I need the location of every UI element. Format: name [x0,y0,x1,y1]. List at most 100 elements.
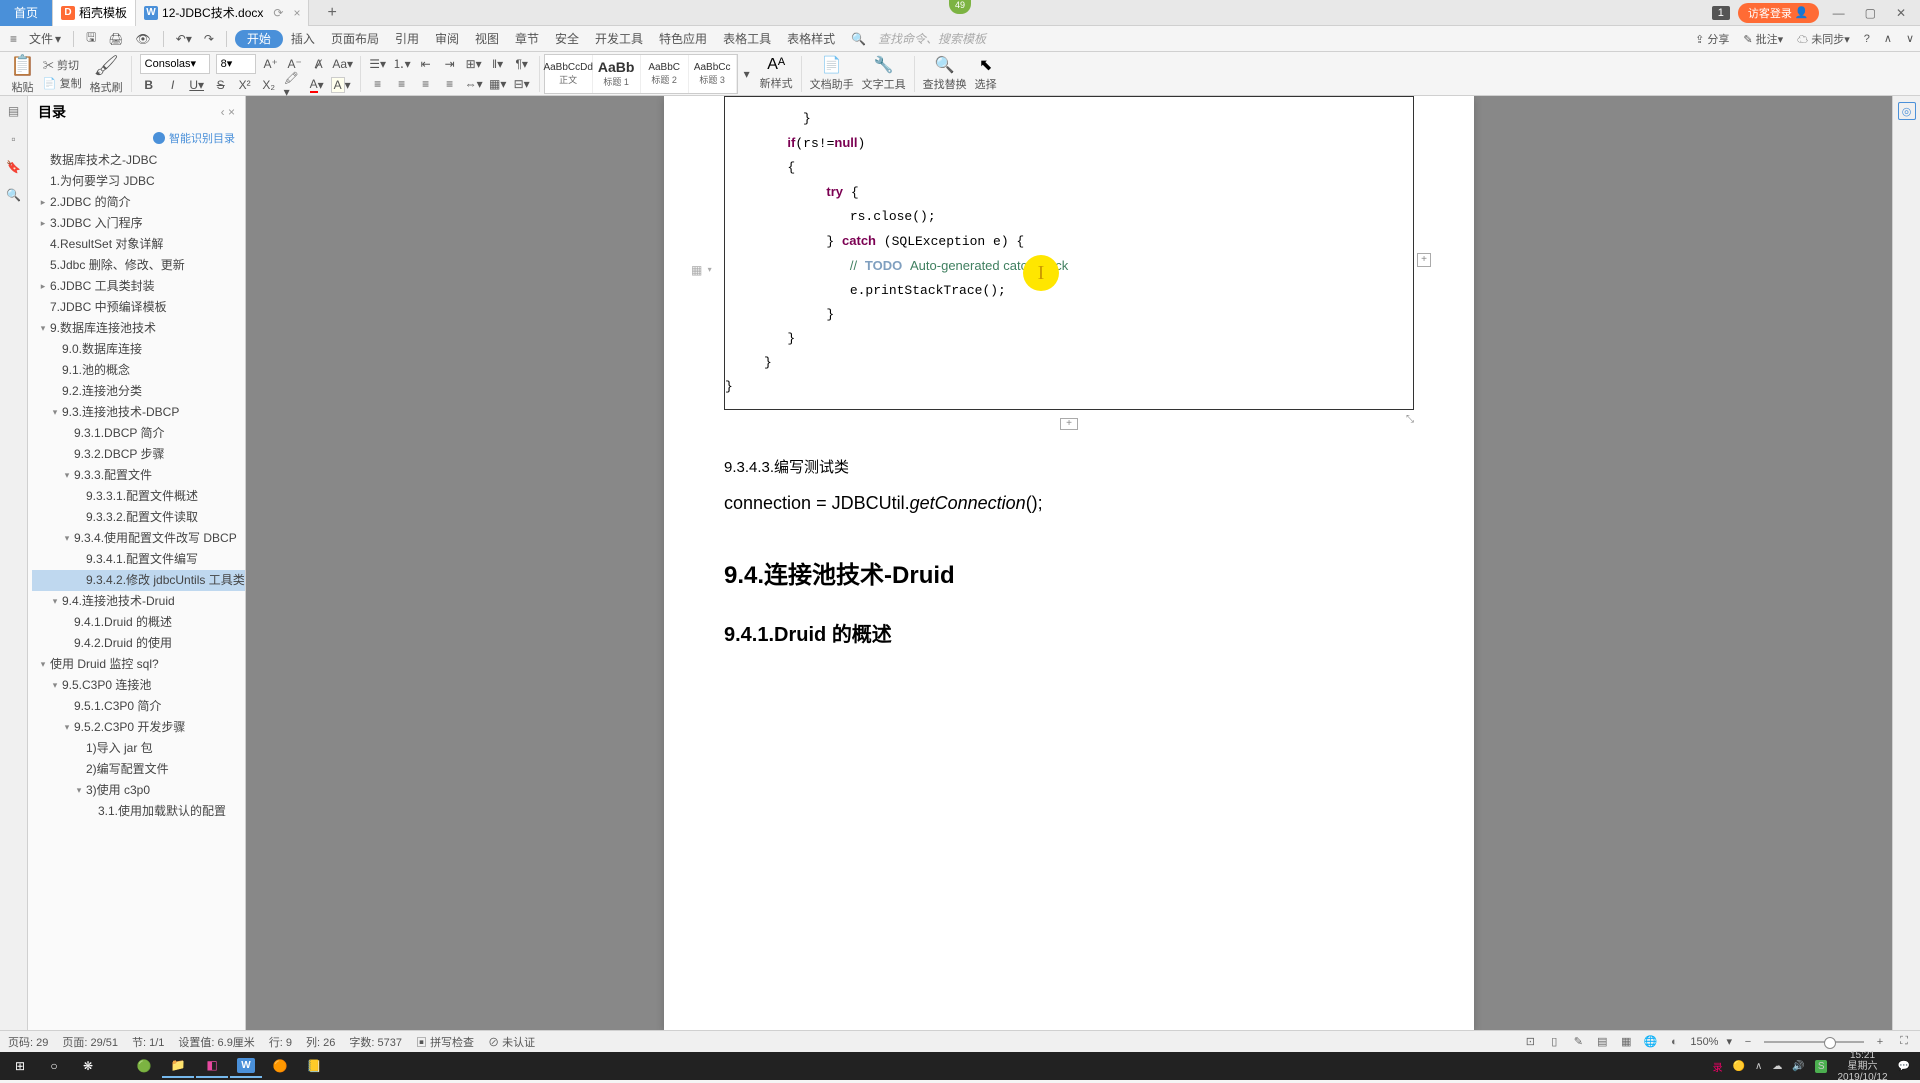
border-icon[interactable]: ▦▾ [489,75,507,93]
toc-tree[interactable]: 数据库技术之-JDBC1.为何要学习 JDBC▸2.JDBC 的简介▸3.JDB… [28,150,245,1030]
close-icon[interactable]: ✕ [1890,6,1912,20]
bold-icon[interactable]: B [140,76,158,94]
tab-document[interactable]: W 12-JDBC技术.docx ⟳ × [136,0,309,26]
toc-item[interactable]: 9.2.连接池分类 [32,381,245,402]
undo-icon[interactable]: ↶▾ [172,30,196,48]
tab-home[interactable]: 首页 [0,0,53,26]
tray-expand-icon[interactable]: ∧ [1755,1061,1762,1072]
style-正文[interactable]: AaBbCcDd正文 [545,55,593,93]
texttool-button[interactable]: 🔧文字工具 [858,52,910,96]
toc-item[interactable]: ▾3)使用 c3p0 [32,780,245,801]
paste-group[interactable]: 📋 粘贴 [6,52,39,96]
toc-item[interactable]: ▾9.5.2.C3P0 开发步骤 [32,717,245,738]
align-center-icon[interactable]: ≡ [393,75,411,93]
bookmark-icon[interactable]: 🔖 [5,158,23,176]
highlight-icon[interactable]: 🖍▾ [284,76,302,94]
toc-item[interactable]: ▾9.3.4.使用配置文件改写 DBCP [32,528,245,549]
toc-item[interactable]: 1)导入 jar 包 [32,738,245,759]
resize-icon[interactable]: ⤡ [1406,414,1414,425]
collapse-ribbon-icon[interactable]: ∧ [1884,32,1892,45]
tray-cloud-icon[interactable]: ☁ [1772,1061,1782,1072]
menu-引用[interactable]: 引用 [387,30,427,48]
indent-icon[interactable]: ⇥ [441,55,459,73]
shading-icon[interactable]: ⊟▾ [513,75,531,93]
zoom-slider[interactable] [1764,1041,1864,1043]
print-icon[interactable]: 🖨 [104,30,127,48]
font-size-select[interactable]: 8 ▾ [216,54,256,74]
toc-item[interactable]: ▾9.4.连接池技术-Druid [32,591,245,612]
zoom-in-icon[interactable]: + [1872,1034,1888,1050]
sync-button[interactable]: ☁ 未同步▾ [1797,31,1850,47]
menu-开始[interactable]: 开始 [235,30,283,48]
margin-note-icon[interactable]: ▦ ▾ [691,262,707,278]
bullet-list-icon[interactable]: ☰▾ [369,55,387,73]
auto-toc-label[interactable]: 智能识别目录 [169,130,235,146]
notification-badge[interactable]: 1 [1712,6,1730,20]
fullscreen-icon[interactable]: ⛶ [1896,1034,1912,1050]
style-标题 1[interactable]: AaBb标题 1 [593,55,641,93]
font-name-select[interactable]: Consolas ▾ [140,54,210,74]
tab-settings-icon[interactable]: ⊞▾ [465,55,483,73]
help-button[interactable]: ? [1864,33,1870,45]
menu-表格样式[interactable]: 表格样式 [779,30,843,48]
start-button[interactable]: ⊞ [4,1054,36,1078]
style-标题 3[interactable]: AaBbCc标题 3 [689,55,737,93]
toc-item[interactable]: 9.0.数据库连接 [32,339,245,360]
docassist-button[interactable]: 📄文档助手 [806,52,858,96]
file-menu[interactable]: 文件 ▾ [25,28,65,49]
menu-插入[interactable]: 插入 [283,30,323,48]
tray-icon[interactable]: 🟡 [1733,1061,1745,1072]
toc-item[interactable]: ▸2.JDBC 的简介 [32,192,245,213]
locate-icon[interactable]: ◎ [1898,102,1916,120]
menu-视图[interactable]: 视图 [467,30,507,48]
app-orange-icon[interactable]: 🟠 [264,1054,296,1078]
view-mode-1-icon[interactable]: ⊡ [1522,1034,1538,1050]
superscript-icon[interactable]: X² [236,76,254,94]
style-more-icon[interactable]: ▾ [738,65,756,83]
italic-icon[interactable]: I [164,76,182,94]
ide-icon[interactable]: ◧ [196,1054,228,1078]
toc-item[interactable]: 9.3.4.1.配置文件编写 [32,549,245,570]
bg-color-icon[interactable]: A▾ [332,76,350,94]
tray-ime-icon[interactable]: S [1815,1060,1828,1073]
toc-collapse-icon[interactable]: ‹ × [221,105,235,119]
toc-item[interactable]: 9.3.4.2.修改 jdbcUntils 工具类 [32,570,245,591]
menu-开发工具[interactable]: 开发工具 [587,30,651,48]
underline-icon[interactable]: U▾ [188,76,206,94]
redo-icon[interactable]: ↷ [200,30,218,48]
select-button[interactable]: ⬉选择 [971,52,1001,96]
style-标题 2[interactable]: AaBbC标题 2 [641,55,689,93]
auth-status[interactable]: ⊘ 未认证 [488,1034,535,1050]
findreplace-button[interactable]: 🔍查找替换 [919,52,971,96]
number-list-icon[interactable]: ⒈▾ [393,55,411,73]
app-notes-icon[interactable]: 📒 [298,1054,330,1078]
command-search[interactable]: 查找命令、搜索模板 [874,30,1691,47]
zoom-out-icon[interactable]: − [1740,1034,1756,1050]
notifications-icon[interactable]: 💬 [1898,1061,1910,1072]
toc-item[interactable]: 5.Jdbc 删除、修改、更新 [32,255,245,276]
outline-icon[interactable]: ▤ [5,102,23,120]
menu-章节[interactable]: 章节 [507,30,547,48]
spellcheck[interactable]: ▣ 拼写检查 [416,1034,474,1050]
toc-item[interactable]: 9.5.1.C3P0 简介 [32,696,245,717]
clock[interactable]: 15:21 星期六 2019/10/12 [1837,1050,1887,1083]
toc-item[interactable]: 2)编写配置文件 [32,759,245,780]
wps-icon[interactable]: W [230,1054,262,1078]
minimize-icon[interactable]: — [1827,6,1851,20]
toc-item[interactable]: 7.JDBC 中预编译模板 [32,297,245,318]
share-button[interactable]: ⇪ 分享 [1695,31,1729,47]
zoom-level[interactable]: 150% [1690,1036,1718,1048]
toc-item[interactable]: ▸3.JDBC 入门程序 [32,213,245,234]
tab-template[interactable]: D 稻壳模板 [53,0,136,26]
clear-format-icon[interactable]: Ⱥ [310,55,328,73]
menu-审阅[interactable]: 审阅 [427,30,467,48]
show-marks-icon[interactable]: ¶▾ [513,55,531,73]
char-count[interactable]: 字数: 5737 [349,1034,402,1050]
tab-new[interactable]: + [309,0,354,26]
toc-item[interactable]: 4.ResultSet 对象详解 [32,234,245,255]
search-rail-icon[interactable]: 🔍 [5,186,23,204]
page-icon[interactable]: ▫ [5,130,23,148]
menu-安全[interactable]: 安全 [547,30,587,48]
outdent-icon[interactable]: ⇤ [417,55,435,73]
copy-button[interactable]: 📄 复制 [43,75,82,91]
